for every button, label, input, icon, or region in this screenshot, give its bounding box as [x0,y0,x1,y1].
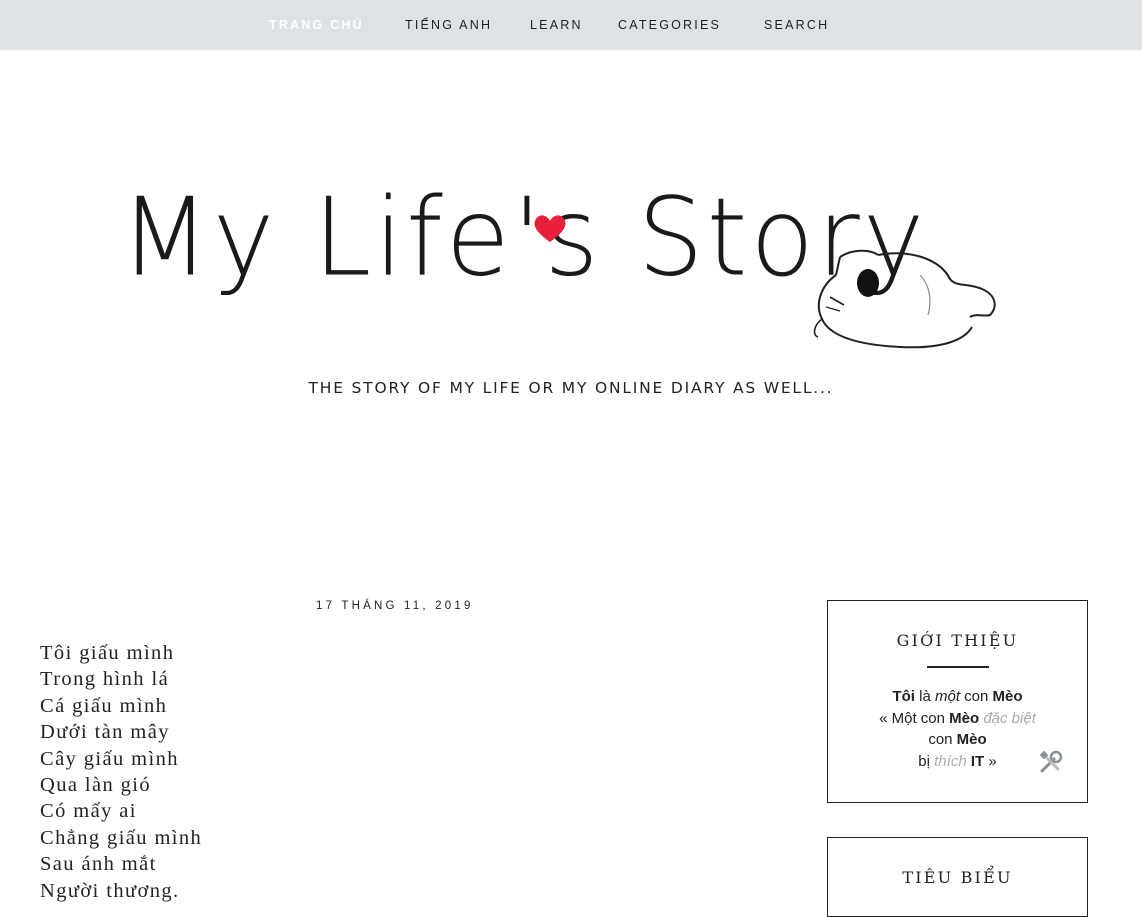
nav-item-learn[interactable]: LEARN [530,0,583,50]
about-widget-title: GIỚI THIỆU [896,631,1019,650]
featured-widget: TIÊU BIỂU [827,837,1088,917]
poem-line: Sau ánh mắt [40,853,157,876]
about-word: « Một con [879,709,950,727]
about-word: thích [934,752,967,770]
site-tagline: THE STORY OF MY LIFE OR MY ONLINE DIARY … [308,379,834,397]
about-word: Mèo [949,709,980,727]
poem-line: Có mấy ai [40,800,137,823]
about-word: một [934,688,960,705]
poem-line: Qua làn gió [40,773,152,796]
heart-icon [534,215,566,242]
poem-line: Cây giấu mình [40,747,179,770]
about-word: đặc biệt [979,709,1036,727]
site-logo[interactable]: My Life's Story [100,175,1020,375]
about-word: bị [918,752,935,770]
about-widget: GIỚI THIỆU Tôi là một con Mèo « Một con … [827,600,1088,803]
about-word: con [928,731,957,748]
nav-item-search[interactable]: SEARCH [764,0,829,50]
about-word: Tôi [892,688,915,705]
poem-line: Cá giấu mình [40,694,168,717]
poem-line: Chẳng giấu mình [40,826,203,849]
about-line-2: « Một con Mèo đặc biệt [828,708,1087,730]
post-date: 17 THÁNG 11, 2019 [316,600,474,612]
about-word: IT [966,752,985,770]
cat-drawing [813,249,996,349]
about-line-3: con Mèo [828,729,1087,751]
nav-item-categories[interactable]: CATEGORIES [618,0,721,50]
nav-item-home[interactable]: TRANG CHỦ [269,0,364,50]
post-poem: Tôi giấu mình Trong hình lá Cá giấu mình… [40,640,202,904]
nav-item-english[interactable]: TIẾNG ANH [405,0,492,50]
about-word: » [984,752,997,770]
about-word: Mèo [956,731,987,748]
poem-line: Dưới tàn mây [40,721,170,744]
about-word: con [960,688,993,705]
featured-widget-title: TIÊU BIỂU [902,868,1013,887]
about-word: Mèo [992,688,1023,705]
tools-icon [1039,750,1063,773]
poem-line: Người thương. [40,879,180,902]
poem-line: Trong hình lá [40,668,170,691]
poem-line: Tôi giấu mình [40,642,175,664]
top-navigation: TRANG CHỦ TIẾNG ANH LEARN CATEGORIES SEA… [0,0,1142,50]
about-line-1: Tôi là một con Mèo [828,686,1087,708]
widget-divider [926,666,989,668]
about-word: là [914,688,935,705]
